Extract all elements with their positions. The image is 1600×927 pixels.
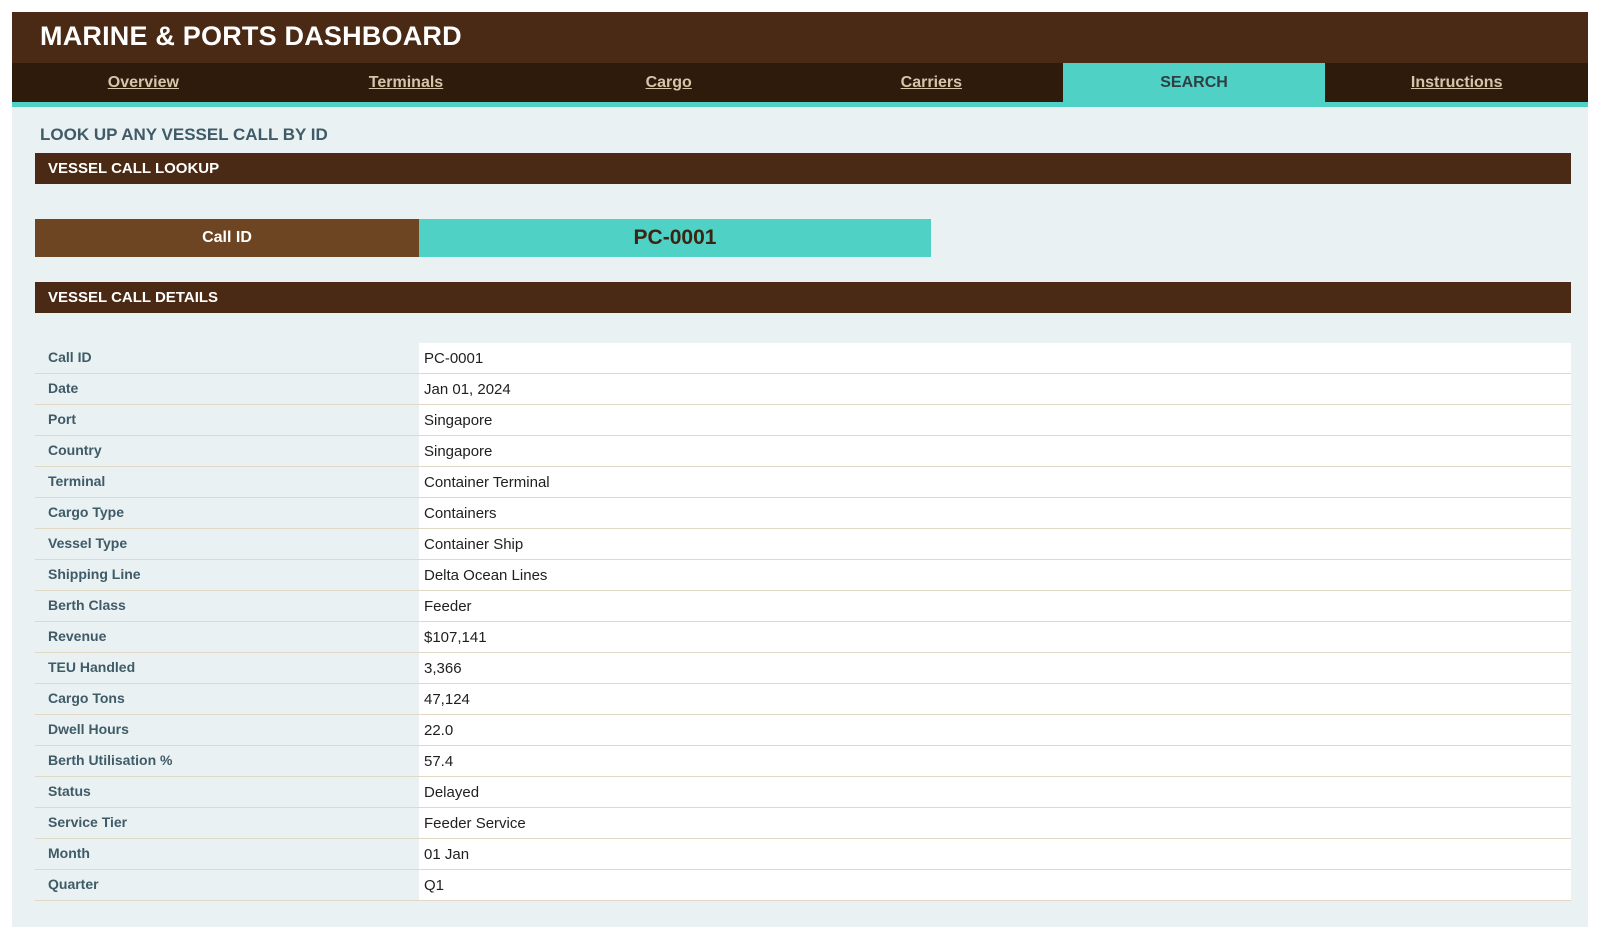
nav-accent-line (12, 102, 1588, 107)
table-row: Quarter Q1 (35, 870, 1571, 901)
dashboard-sheet: MARINE & PORTS DASHBOARD Overview Termin… (12, 12, 1588, 927)
tab-instructions[interactable]: Instructions (1325, 63, 1588, 102)
table-row: Dwell Hours 22.0 (35, 715, 1571, 746)
detail-label: TEU Handled (35, 653, 419, 683)
detail-label: Terminal (35, 467, 419, 497)
detail-value: Jan 01, 2024 (419, 374, 1571, 404)
detail-label: Shipping Line (35, 560, 419, 590)
detail-label: Status (35, 777, 419, 807)
table-row: Berth Class Feeder (35, 591, 1571, 622)
lookup-section-header: VESSEL CALL LOOKUP (35, 153, 1571, 184)
page-subtitle: LOOK UP ANY VESSEL CALL BY ID (40, 125, 328, 144)
detail-value: 47,124 (419, 684, 1571, 714)
detail-value: Q1 (419, 870, 1571, 900)
detail-label: Country (35, 436, 419, 466)
app-title: MARINE & PORTS DASHBOARD (40, 21, 462, 51)
detail-label: Berth Utilisation % (35, 746, 419, 776)
detail-value: Container Ship (419, 529, 1571, 559)
detail-value: Feeder Service (419, 808, 1571, 838)
table-row: TEU Handled 3,366 (35, 653, 1571, 684)
table-row: Vessel Type Container Ship (35, 529, 1571, 560)
tab-carriers[interactable]: Carriers (800, 63, 1063, 102)
detail-value: 57.4 (419, 746, 1571, 776)
table-row: Cargo Type Containers (35, 498, 1571, 529)
table-row: Service Tier Feeder Service (35, 808, 1571, 839)
table-row: Shipping Line Delta Ocean Lines (35, 560, 1571, 591)
call-id-input[interactable] (419, 219, 931, 257)
table-row: Port Singapore (35, 405, 1571, 436)
table-row: Berth Utilisation % 57.4 (35, 746, 1571, 777)
table-row: Date Jan 01, 2024 (35, 374, 1571, 405)
nav-tabs: Overview Terminals Cargo Carriers SEARCH… (12, 63, 1588, 102)
tab-cargo[interactable]: Cargo (537, 63, 800, 102)
detail-value: Container Terminal (419, 467, 1571, 497)
detail-value: Containers (419, 498, 1571, 528)
details-table: Call ID PC-0001 Date Jan 01, 2024 Port S… (35, 343, 1571, 901)
tab-search[interactable]: SEARCH (1062, 63, 1326, 102)
detail-value: 22.0 (419, 715, 1571, 745)
detail-label: Revenue (35, 622, 419, 652)
detail-label: Cargo Type (35, 498, 419, 528)
table-row: Status Delayed (35, 777, 1571, 808)
detail-label: Berth Class (35, 591, 419, 621)
detail-label: Quarter (35, 870, 419, 900)
tab-overview[interactable]: Overview (12, 63, 275, 102)
detail-label: Dwell Hours (35, 715, 419, 745)
detail-value: Delayed (419, 777, 1571, 807)
detail-label: Vessel Type (35, 529, 419, 559)
details-section-header: VESSEL CALL DETAILS (35, 282, 1571, 313)
app-header: MARINE & PORTS DASHBOARD (12, 12, 1588, 63)
detail-value: Feeder (419, 591, 1571, 621)
call-id-label: Call ID (35, 219, 419, 257)
detail-value: $107,141 (419, 622, 1571, 652)
detail-value: Delta Ocean Lines (419, 560, 1571, 590)
detail-label: Call ID (35, 343, 419, 373)
detail-value: 01 Jan (419, 839, 1571, 869)
table-row: Call ID PC-0001 (35, 343, 1571, 374)
detail-value: Singapore (419, 436, 1571, 466)
table-row: Revenue $107,141 (35, 622, 1571, 653)
detail-label: Port (35, 405, 419, 435)
tab-terminals[interactable]: Terminals (275, 63, 538, 102)
detail-value: Singapore (419, 405, 1571, 435)
table-row: Country Singapore (35, 436, 1571, 467)
detail-label: Cargo Tons (35, 684, 419, 714)
detail-label: Service Tier (35, 808, 419, 838)
table-row: Month 01 Jan (35, 839, 1571, 870)
detail-value: 3,366 (419, 653, 1571, 683)
detail-value: PC-0001 (419, 343, 1571, 373)
table-row: Terminal Container Terminal (35, 467, 1571, 498)
table-row: Cargo Tons 47,124 (35, 684, 1571, 715)
detail-label: Date (35, 374, 419, 404)
detail-label: Month (35, 839, 419, 869)
